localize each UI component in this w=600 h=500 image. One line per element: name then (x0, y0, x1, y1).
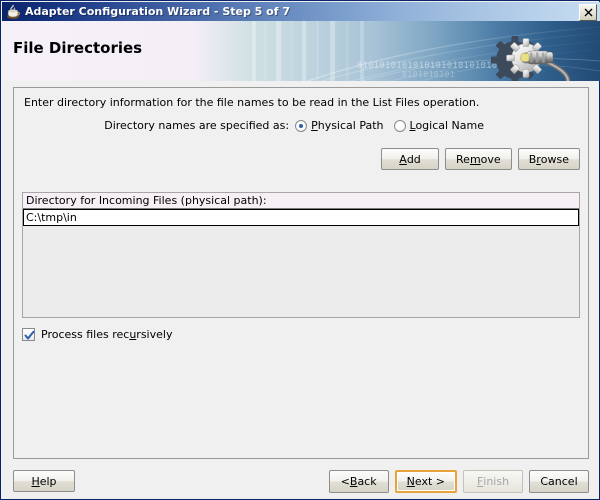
finish-button: Finish (463, 470, 523, 493)
radio-physical-path-mark[interactable] (295, 119, 308, 132)
mnemonic-char: B (349, 475, 358, 488)
back-button[interactable]: < Back (328, 470, 389, 493)
next-button[interactable]: Next > (394, 470, 457, 493)
label-rest: elp (39, 474, 57, 488)
radio-logical-name-label: Logical Name (410, 119, 485, 132)
footer-bar: Help < Back Next > Finish Cancel (2, 463, 600, 499)
label-start: B (528, 152, 537, 166)
label-rest: ack (357, 475, 377, 488)
radio-physical-path[interactable]: Physical Path (295, 119, 384, 132)
checkbox-mark[interactable] (22, 328, 35, 341)
page-title: File Directories (13, 39, 143, 57)
mnemonic-char: P (311, 119, 318, 132)
directory-type-radio-group: Directory names are specified as: Physic… (14, 119, 588, 132)
help-button[interactable]: Help (13, 470, 75, 492)
label-rest: ove (480, 152, 501, 166)
label-rest: hysical Path (317, 119, 384, 132)
label-start: Cancel (540, 475, 578, 488)
radio-group-label: Directory names are specified as: (104, 119, 290, 132)
directory-table[interactable]: Directory for Incoming Files (physical p… (22, 192, 580, 318)
process-recursively-checkbox[interactable]: Process files recursively (22, 328, 172, 341)
header-banner: 01010101010101010101010101 0101010101 Fi… (2, 21, 600, 81)
label-rest: inish (483, 475, 510, 488)
label-start: Process files rec (41, 328, 130, 341)
label-rest: owse (540, 152, 569, 166)
close-button[interactable] (579, 4, 597, 21)
wizard-window: Adapter Configuration Wizard - Step 5 of… (0, 0, 600, 500)
checkbox-label: Process files recursively (41, 328, 172, 341)
table-row[interactable]: C:\tmp\in (23, 209, 579, 226)
radio-logical-name[interactable]: Logical Name (393, 119, 485, 132)
cancel-button[interactable]: Cancel (529, 470, 589, 493)
browse-button[interactable]: Br owse (517, 148, 580, 170)
window-title: Adapter Configuration Wizard - Step 5 of… (25, 5, 290, 18)
title-bar: Adapter Configuration Wizard - Step 5 of… (2, 2, 600, 21)
table-empty-area[interactable] (23, 226, 579, 316)
binary-decoration-2: 0101010101 (402, 70, 455, 79)
radio-logical-name-mark[interactable] (393, 119, 406, 132)
table-column-header: Directory for Incoming Files (physical p… (23, 193, 579, 209)
instruction-text: Enter directory information for the file… (24, 96, 480, 109)
content-panel: Enter directory information for the file… (13, 87, 589, 459)
remove-button[interactable]: Re m ove (445, 148, 512, 170)
mnemonic-char: A (399, 152, 407, 166)
directory-path-input[interactable]: C:\tmp\in (26, 211, 77, 224)
label-start: < (340, 475, 350, 488)
directory-action-buttons: Add Re m ove Br owse (381, 148, 580, 170)
mnemonic-char: m (469, 152, 481, 166)
label-rest: dd (406, 152, 421, 166)
mnemonic-char: N (406, 475, 415, 488)
mnemonic-char: H (31, 474, 40, 488)
add-button[interactable]: Add (381, 148, 440, 170)
wizard-nav-buttons: < Back Next > Finish Cancel (328, 470, 589, 493)
wizard-icon (5, 4, 21, 20)
label-rest: ogical Name (415, 119, 484, 132)
label-start: Re (456, 152, 470, 166)
label-rest: ext > (414, 475, 445, 488)
label-rest: rsively (136, 328, 173, 341)
radio-physical-path-label: Physical Path (311, 119, 383, 132)
